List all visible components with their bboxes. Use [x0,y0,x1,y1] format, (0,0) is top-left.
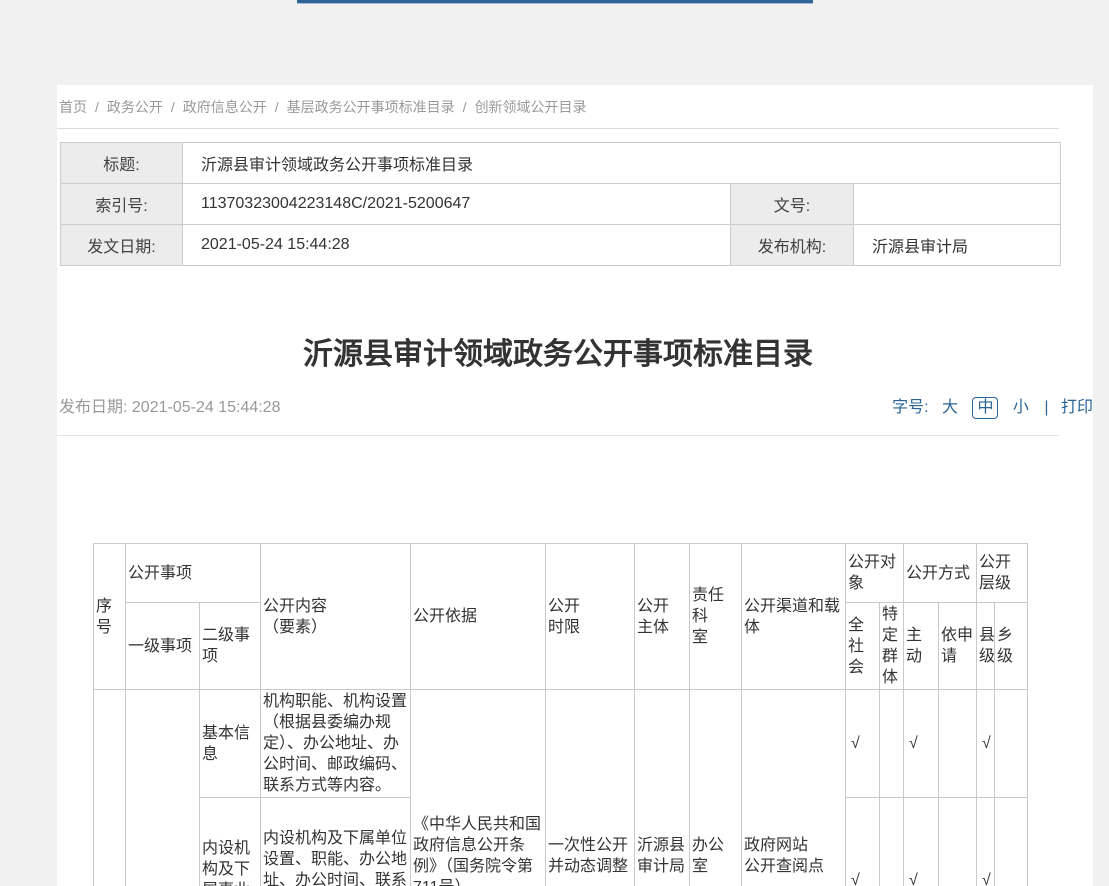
article-meta-row: 发布日期: 2021-05-24 15:44:28 字号: 大 中 小 | 打印 [57,397,1059,421]
doc-info-row-index: 索引号: 11370323004223148C/2021-5200647 文号: [61,184,1061,225]
cell-check-active: √ [904,690,939,798]
cell-level1 [126,690,200,886]
cell-check-request [939,690,977,798]
header-cell-method-request: 依申 请 [939,603,977,690]
breadcrumb-separator: / [171,99,175,115]
breadcrumb-standard-catalog[interactable]: 基层政务公开事项标准目录 [287,99,455,115]
cell-level2: 内设机 构及下 属事业 单位 [200,798,261,886]
header-cell-audience-specific: 特 定 群 体 [880,603,904,690]
doc-date-label: 发文日期: [61,225,183,266]
cell-subject: 沂源县 审计局 [635,690,690,886]
publish-date: 发布日期: 2021-05-24 15:44:28 [59,397,280,419]
cell-check-request [939,798,977,886]
cell-check-county: √ [977,690,995,798]
doc-info-row-title: 标题: 沂源县审计领域政务公开事项标准目录 [61,143,1061,184]
header-cell-method-active: 主 动 [904,603,939,690]
font-size-small-button[interactable]: 小 [1013,399,1029,416]
doc-title-value: 沂源县审计领域政务公开事项标准目录 [183,143,1061,184]
cell-time-limit: 一次性公开 并动态调整 [546,690,635,886]
breadcrumb-innovation-catalog[interactable]: 创新领域公开目录 [475,99,587,115]
font-size-large-button[interactable]: 大 [942,399,958,416]
header-cell-audience-public: 全社 会 [846,603,880,690]
meta-divider-line [57,435,1059,436]
font-size-label: 字号: [892,399,928,416]
font-size-medium-button[interactable]: 中 [972,397,998,419]
header-cell-level-township: 乡 级 [995,603,1028,690]
breadcrumb-zhengwugongkai[interactable]: 政务公开 [107,99,163,115]
doc-index-label: 索引号: [61,184,183,225]
doc-org-value: 沂源县审计局 [854,225,1061,266]
header-cell-method-group: 公开方式 [904,544,977,603]
publish-date-label: 发布日期: [59,399,127,416]
cell-check-county: √ [977,798,995,886]
cell-basis: 《中华人民共和国 政府信息公开条 例》（国务院令第 711号） [411,690,546,886]
header-cell-basis: 公开依据 [411,544,546,690]
cell-check-public: √ [846,798,880,886]
cell-dept: 办公室 [690,690,742,886]
header-cell-time-limit: 公开 时限 [546,544,635,690]
breadcrumb-separator: / [275,99,279,115]
document-info-table: 标题: 沂源县审计领域政务公开事项标准目录 索引号: 1137032300422… [60,142,1061,266]
content-card: 首页 / 政务公开 / 政府信息公开 / 基层政务公开事项标准目录 / 创新领域公开目录 标题:… [57,85,1093,886]
doc-org-label: 发布机构: [731,225,854,266]
cell-check-specific [880,798,904,886]
header-cell-level-county: 县 级 [977,603,995,690]
header-cell-seq: 序 号 [94,544,126,690]
header-cell-level2: 二级事 项 [200,603,261,690]
header-cell-audience-group: 公开对 象 [846,544,904,603]
doc-date-value: 2021-05-24 15:44:28 [183,225,731,266]
publish-date-value: 2021-05-24 15:44:28 [132,399,281,416]
header-cell-subject: 公开 主体 [635,544,690,690]
breadcrumb: 首页 / 政务公开 / 政府信息公开 / 基层政务公开事项标准目录 / 创新领域公开目录 [59,97,1059,117]
header-cell-level-group: 公开 层级 [977,544,1028,603]
breadcrumb-separator: / [463,99,467,115]
header-cell-level1: 一级事项 [126,603,200,690]
doc-index-value: 11370323004223148C/2021-5200647 [183,184,731,225]
cell-content: 内设机构及下属单位 设置、职能、办公地 址、办公时间、联系 方式、负责人姓名等 … [261,798,411,886]
cell-check-township [995,690,1028,798]
cell-level2: 基本信 息 [200,690,261,798]
doc-number-label: 文号: [731,184,854,225]
font-size-controls: 字号: 大 中 小 | 打印 [892,397,1093,419]
header-cell-matter-group: 公开事项 [126,544,261,603]
cell-content: 机构职能、机构设置 （根据县委编办规 定）、办公地址、办 公时间、邮政编码、 联… [261,690,411,798]
breadcrumb-government-info[interactable]: 政府信息公开 [183,99,267,115]
catalog-table: 序 号 公开事项 公开内容 （要素） 公开依据 公开 时限 公开 主体 责任科 … [93,543,1028,886]
cell-check-township [995,798,1028,886]
doc-number-value [854,184,1061,225]
breadcrumb-divider [57,128,1059,129]
cell-check-specific [880,690,904,798]
breadcrumb-home[interactable]: 首页 [59,99,87,115]
breadcrumb-separator: / [95,99,99,115]
page-title: 沂源县审计领域政务公开事项标准目录 [57,335,1059,375]
print-button[interactable]: 打印 [1061,399,1093,416]
cell-channel: 政府网站 公开查阅点 [742,690,846,886]
cell-check-active: √ [904,798,939,886]
catalog-header-row-1: 序 号 公开事项 公开内容 （要素） 公开依据 公开 时限 公开 主体 责任科 … [94,544,1028,603]
controls-divider: | [1044,399,1048,416]
header-cell-channel: 公开渠道和载 体 [742,544,846,690]
table-row: 基本信 息 机构职能、机构设置 （根据县委编办规 定）、办公地址、办 公时间、邮… [94,690,1028,798]
top-nav-bar-remnant [297,0,813,4]
doc-title-label: 标题: [61,143,183,184]
header-cell-dept: 责任科 室 [690,544,742,690]
cell-seq [94,690,126,886]
cell-check-public: √ [846,690,880,798]
doc-info-row-date: 发文日期: 2021-05-24 15:44:28 发布机构: 沂源县审计局 [61,225,1061,266]
header-cell-content: 公开内容 （要素） [261,544,411,690]
